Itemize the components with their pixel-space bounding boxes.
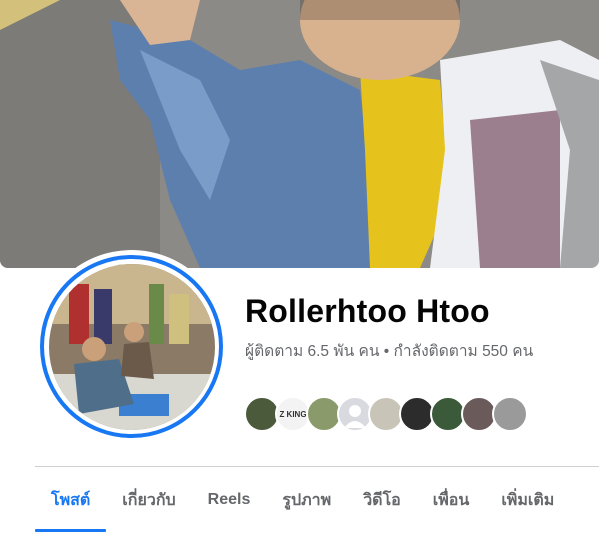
tab-about[interactable]: เกี่ยวกับ <box>106 467 191 533</box>
tab-more[interactable]: เพิ่มเติม <box>485 467 570 533</box>
default-avatar-icon <box>344 405 366 428</box>
cover-photo-image <box>0 0 599 268</box>
tab-photos[interactable]: รูปภาพ <box>266 467 347 533</box>
cover-photo[interactable] <box>0 0 599 268</box>
profile-tabs: โพสต์ เกี่ยวกับ Reels รูปภาพ วิดีโอ เพื่… <box>35 467 570 533</box>
tab-posts[interactable]: โพสต์ <box>35 467 107 533</box>
profile-photo-image <box>48 263 215 430</box>
tab-reels[interactable]: Reels <box>192 467 267 533</box>
tab-videos[interactable]: วิดีโอ <box>347 467 417 533</box>
profile-picture-frame <box>44 259 219 434</box>
profile-picture[interactable] <box>40 255 223 438</box>
tab-friends[interactable]: เพื่อน <box>417 467 486 533</box>
friend-avatar[interactable] <box>492 396 528 432</box>
profile-name: Rollerhtoo Htoo <box>245 293 490 329</box>
friends-avatar-stack: Z KING <box>244 396 528 432</box>
follower-stats[interactable]: ผู้ติดตาม 6.5 พัน คน • กำลังติดตาม 550 ค… <box>245 341 545 363</box>
